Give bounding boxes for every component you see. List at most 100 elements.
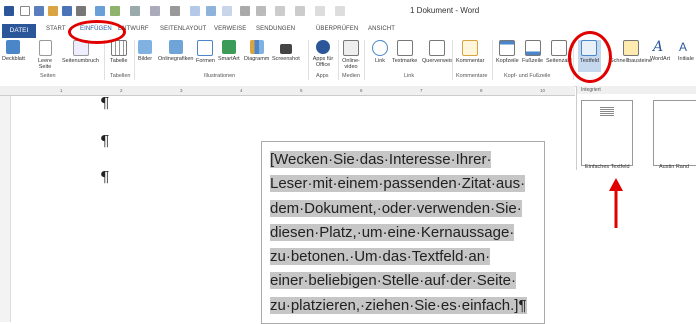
new-document-icon[interactable] [20, 6, 30, 16]
textbox-preview-icon [600, 107, 614, 117]
tab-ansicht[interactable]: ANSICHT [368, 26, 395, 32]
format-icon[interactable] [110, 6, 120, 16]
cover-page-icon [6, 40, 21, 54]
online-video-icon [343, 40, 359, 56]
smartart-icon [221, 40, 236, 54]
kopfzeile-button[interactable]: Kopfzeile [496, 40, 519, 64]
schnellbausteine-button[interactable]: Schnellbausteine [610, 40, 652, 64]
ruler-tick: 7 [420, 88, 423, 93]
misc2-icon[interactable] [295, 6, 305, 16]
group-separator [364, 40, 365, 80]
text-line: diesen·Platz,·um·eine·Kernaussage· [270, 223, 515, 241]
table-icon [110, 40, 127, 56]
quick-parts-icon [622, 40, 639, 56]
window-title: 1 Dokument - Word [410, 6, 480, 15]
tab-verweise[interactable]: VERWEISE [214, 26, 246, 32]
tabelle-button[interactable]: Tabelle [110, 40, 127, 64]
sort-icon[interactable] [240, 6, 250, 16]
diagramm-button[interactable]: Diagramm [244, 40, 269, 62]
onlinegrafiken-button[interactable]: Onlinegrafiken [158, 40, 193, 62]
footer-icon [524, 40, 541, 56]
smartart-button[interactable]: SmartArt [218, 40, 240, 62]
gallery-item-einfaches-textfeld[interactable] [581, 100, 633, 166]
tab-start[interactable]: START [46, 26, 66, 32]
link-button[interactable]: Link [372, 40, 388, 64]
onlinevideo-button[interactable]: Online-video [341, 40, 361, 70]
vertical-ruler[interactable] [0, 96, 11, 322]
ruler-tick: 4 [240, 88, 243, 93]
online-pictures-icon [168, 40, 183, 54]
formen-button[interactable]: Formen [196, 40, 215, 64]
ruler-tick: 5 [300, 88, 303, 93]
quick-access-icon[interactable] [95, 6, 105, 16]
blank-page-icon [38, 40, 52, 56]
group-label-kopf-fusszeile: Kopf- und Fußzeile [504, 73, 551, 79]
layout-icon[interactable] [206, 6, 216, 16]
apps-button[interactable]: Apps für Office [312, 40, 334, 68]
text-line: zu·betonen.·Um·das·Textfeld·an· [270, 248, 491, 266]
screenshot-button[interactable]: Screenshot [272, 40, 300, 62]
wordart-button[interactable]: A WordArt [650, 40, 670, 62]
gallery-item-austin-rand[interactable] [653, 100, 696, 166]
link-icon [372, 40, 388, 56]
group-separator [104, 40, 105, 80]
open-icon[interactable] [48, 6, 58, 16]
deckblatt-button[interactable]: Deckblatt [2, 40, 25, 62]
group-label-kommentare: Kommentare [456, 73, 488, 79]
textmarke-button[interactable]: Textmarke [392, 40, 417, 64]
view-icon[interactable] [222, 6, 232, 16]
textbox-gallery: Integriert Einfaches Textfeld Austin Ran… [576, 86, 696, 170]
leere-seite-button[interactable]: Leere Seite [34, 40, 56, 70]
ruler-tick: 10 [540, 88, 546, 93]
annotation-circle-einfuegen [68, 20, 126, 44]
paragraph-mark: ¶ [100, 168, 110, 186]
pictures-icon [138, 40, 153, 54]
tab-seitenlayout[interactable]: SEITENLAYOUT [160, 26, 206, 32]
redo-icon[interactable] [76, 6, 86, 16]
group-label-tabellen: Tabellen [110, 73, 131, 79]
cross-reference-icon [429, 40, 446, 56]
group-label-seiten: Seiten [40, 73, 56, 79]
paragraph-mark: ¶ [100, 132, 110, 150]
querverweis-button[interactable]: Querverweis [422, 40, 453, 64]
grid-icon[interactable] [190, 6, 200, 16]
shapes-icon [197, 40, 214, 56]
text-box-content[interactable]: [Wecken·Sie·das·Interesse·Ihrer· Leser·m… [270, 148, 540, 318]
tab-datei[interactable]: DATEI [2, 24, 36, 38]
bilder-button[interactable]: Bilder [138, 40, 152, 62]
table-quick-icon[interactable] [150, 6, 160, 16]
text-line: einer·beliebigen·Stelle·auf·der·Seite· [270, 272, 516, 290]
wordart-icon: A [653, 39, 664, 55]
save-icon[interactable] [34, 6, 44, 16]
paragraph-mark: ¶ [100, 94, 110, 112]
omega-icon[interactable] [256, 6, 266, 16]
symbol-icon[interactable] [170, 6, 180, 16]
group-label-link: Link [404, 73, 415, 79]
comment-icon [462, 40, 479, 56]
undo-icon[interactable] [62, 6, 72, 16]
text-line: dem·Dokument,·oder·verwenden·Sie· [270, 199, 522, 217]
kommentar-button[interactable]: Kommentar [456, 40, 484, 64]
gallery-header-label: Integriert [581, 87, 601, 93]
tab-sendungen[interactable]: SENDUNGEN [256, 26, 295, 32]
misc3-icon[interactable] [315, 6, 325, 16]
word-logo-icon [4, 6, 14, 16]
group-label-illustrationen: Illustrationen [204, 73, 236, 79]
text-line: Leser·mit·einem·passenden·Zitat·aus· [270, 175, 526, 193]
screenshot-icon [279, 44, 292, 54]
ruler-tick: 3 [180, 88, 183, 93]
customize-icon[interactable] [335, 6, 345, 16]
tab-ueberpruefen[interactable]: ÜBERPRÜFEN [316, 26, 358, 32]
fusszeile-button[interactable]: Fußzeile [522, 40, 543, 64]
apps-icon [316, 40, 330, 54]
text-box[interactable]: [Wecken·Sie·das·Interesse·Ihrer· Leser·m… [261, 141, 545, 324]
bookmark-icon [396, 40, 413, 56]
gallery-item-label: Einfaches Textfeld [585, 164, 630, 170]
ruler-tick: 1 [60, 88, 63, 93]
initiale-button[interactable]: A Initiale [678, 40, 694, 62]
spacing-icon[interactable] [130, 6, 140, 16]
text-line: zu·platzieren,·ziehen·Sie·es·einfach.]¶ [270, 296, 527, 314]
group-separator [308, 40, 309, 80]
misc-icon[interactable] [275, 6, 285, 16]
horizontal-ruler[interactable]: 1 2 3 4 5 6 7 8 10 [0, 86, 575, 96]
